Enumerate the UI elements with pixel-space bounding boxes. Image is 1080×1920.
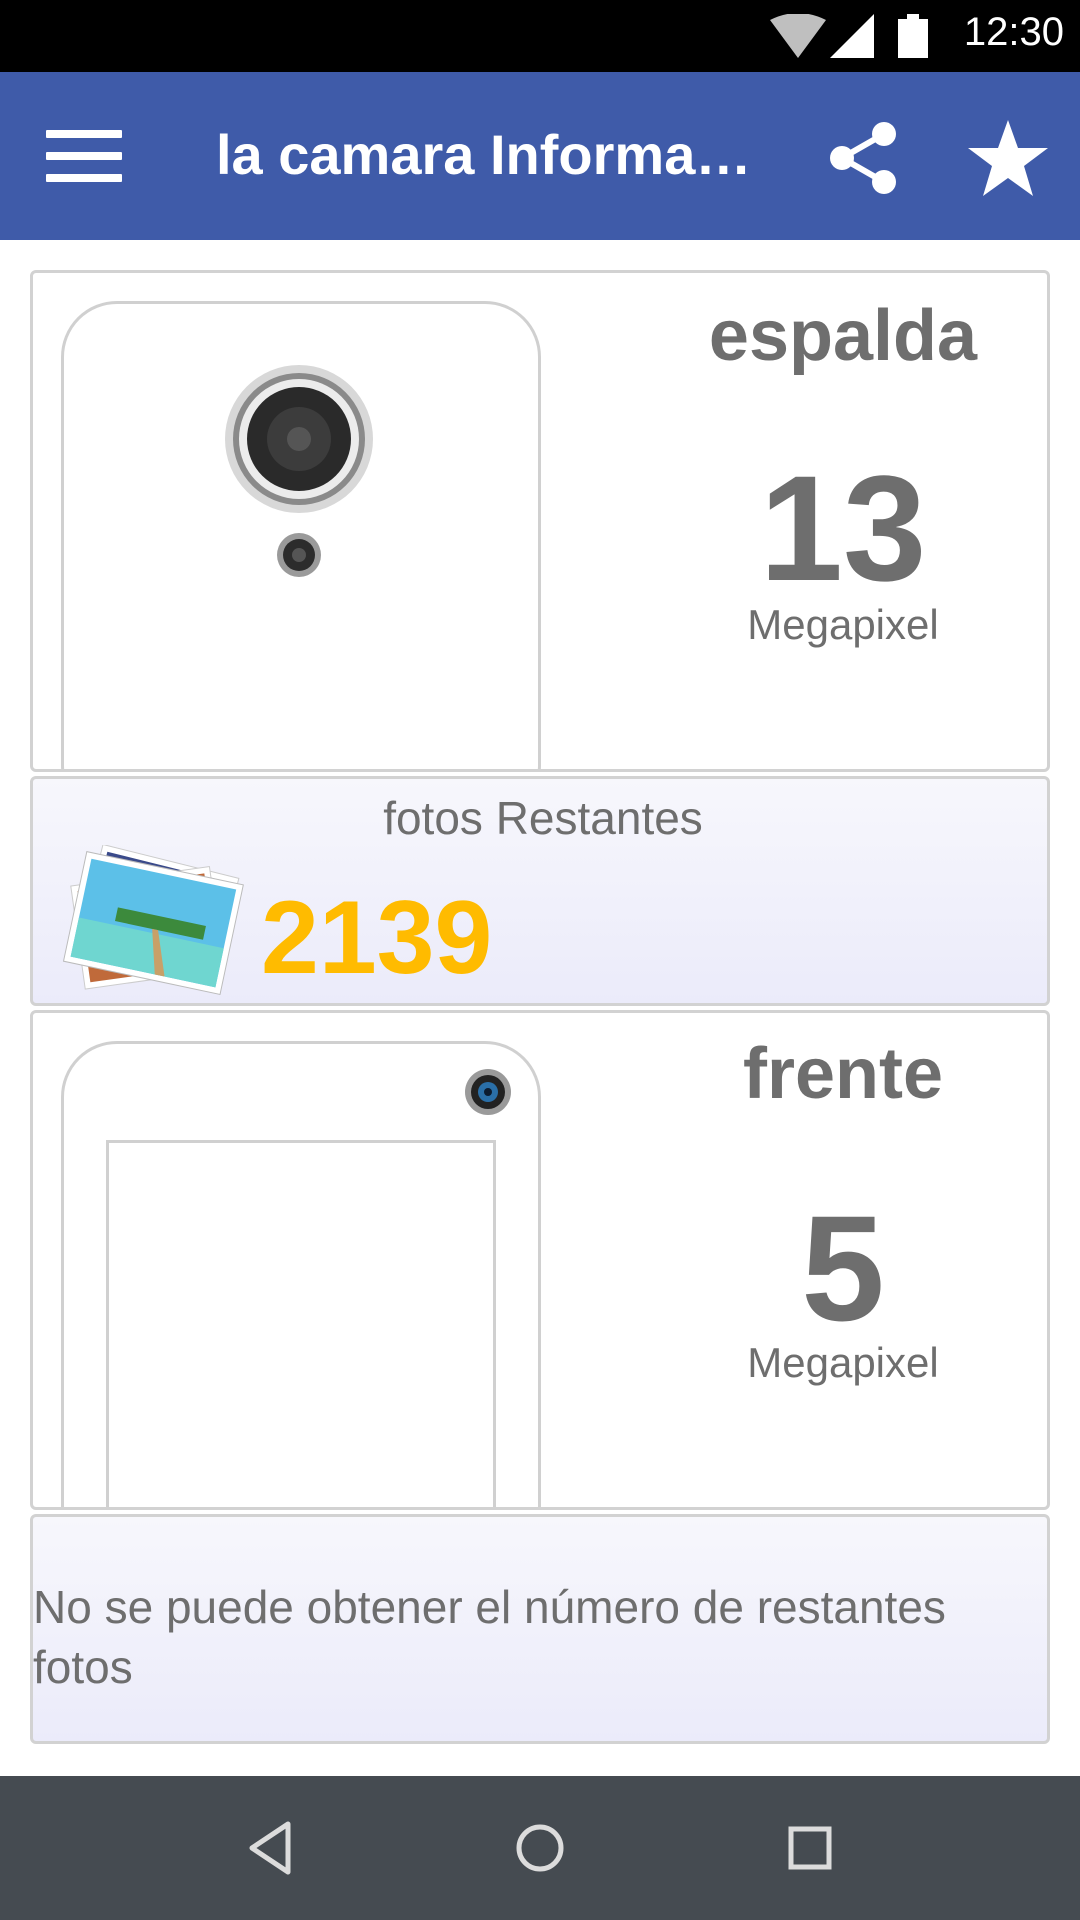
back-camera-card: espalda 13 Megapixel (30, 270, 1050, 772)
status-bar: 12:30 (0, 0, 1080, 72)
front-megapixels-value: 5 (801, 1184, 885, 1352)
home-icon[interactable] (508, 1816, 572, 1880)
recents-icon[interactable] (778, 1816, 842, 1880)
page-title: la camara Informa… (216, 123, 752, 186)
phone-front-illustration (61, 1041, 541, 1507)
back-camera-label: espalda (708, 296, 978, 376)
remaining-error-message: No se puede obtener el número de restant… (33, 1581, 946, 1693)
flash-icon (277, 533, 321, 577)
star-icon[interactable] (966, 116, 1050, 200)
back-megapixel-unit: Megapixel (747, 601, 939, 648)
back-icon[interactable] (238, 1816, 302, 1880)
remaining-photos-count: 2139 (261, 880, 493, 996)
remaining-photos-heading: fotos Restantes (383, 792, 703, 844)
battery-icon (898, 14, 928, 58)
phone-screen-outline (106, 1140, 496, 1507)
front-megapixel-unit: Megapixel (747, 1339, 939, 1386)
menu-icon[interactable] (46, 126, 122, 186)
signal-icon (830, 14, 874, 58)
phone-back-illustration (61, 301, 541, 769)
status-time: 12:30 (963, 10, 1064, 54)
back-camera-lens-icon (225, 365, 373, 513)
front-remaining-card: No se puede obtener el número de restant… (30, 1514, 1050, 1744)
wifi-icon (770, 14, 826, 58)
remaining-photos-card: fotos Restantes 2139 (30, 776, 1050, 1006)
photos-icon (62, 845, 244, 996)
front-camera-card: frente 5 Megapixel (30, 1010, 1050, 1510)
front-camera-label: frente (742, 1034, 944, 1114)
back-megapixels-value: 13 (759, 444, 927, 612)
app-bar: la camara Informa… (0, 72, 1080, 240)
share-icon[interactable] (826, 120, 902, 196)
front-camera-lens-icon (465, 1069, 511, 1115)
navigation-bar (0, 1776, 1080, 1920)
